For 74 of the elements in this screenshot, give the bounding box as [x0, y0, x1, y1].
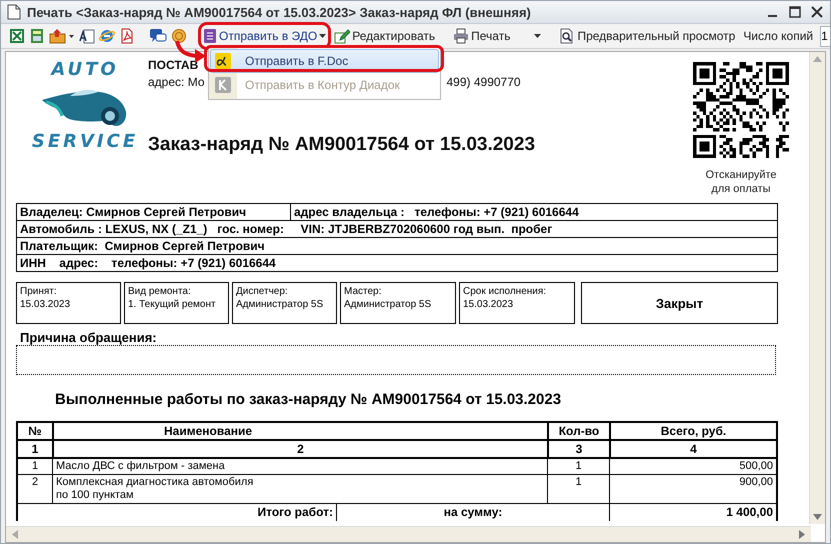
table-cell-text: 2: [30, 475, 40, 490]
info-cell-text: ИНН адрес: телефоны: +7 (921) 6016644: [19, 255, 276, 271]
field-label: Мастер:: [344, 285, 382, 298]
scroll-right-icon[interactable]: [799, 530, 805, 539]
copies-label: Число копий: [743, 29, 814, 43]
works-title: Выполненные работы по заказ-наряду № АМ90017564 от 15.03.2023: [55, 391, 562, 410]
info-cell-text: адрес владельца : телефоны: +7 (921) 6016644: [293, 204, 579, 220]
info-cell-text: Плательщик: Смирнов Сергей Петрович: [19, 238, 265, 254]
column-header: Кол-во: [547, 423, 609, 439]
field-label: Срок исполнения:: [463, 285, 548, 298]
field-label: Принят:: [20, 285, 58, 298]
document-icon: [7, 4, 21, 20]
status-text: Закрыт: [656, 296, 704, 310]
table-cell-text: 1: [30, 459, 40, 474]
reason-label: Причина обращения:: [20, 330, 158, 345]
vertical-scrollbar[interactable]: [809, 52, 825, 524]
field-value: Администратор 5S: [344, 298, 432, 312]
spreadsheet-icon[interactable]: [9, 28, 25, 44]
address-text: адрес: Мо: [148, 75, 206, 89]
printer-icon: [453, 28, 470, 44]
phone-text: 499) 4990770: [446, 75, 521, 89]
copies-spin-field[interactable]: 1: [820, 26, 830, 46]
close-icon[interactable]: [810, 5, 824, 19]
table-cell: Комплексная диагностика автомобиля по 100 пунктам: [52, 475, 547, 503]
field-value: 1. Текущий ремонт: [128, 298, 217, 312]
scroll-down-icon[interactable]: [813, 514, 822, 520]
caret-icon: [534, 34, 542, 38]
document-list-icon: [203, 28, 217, 44]
field-value: 15.03.2023: [463, 298, 514, 312]
logo-text: AUTO: [51, 60, 119, 80]
font-document-icon[interactable]: [79, 28, 95, 44]
send-edo-button[interactable]: Отправить в ЭДО: [201, 25, 328, 47]
column-header: Всего, руб.: [609, 423, 776, 439]
globe-icon[interactable]: [99, 28, 115, 44]
column-header: Наименование: [52, 423, 547, 439]
column-number: 1: [30, 441, 40, 457]
logo-text: SERVICE: [32, 132, 138, 152]
supplier-text: ПОСТАВ: [148, 58, 198, 72]
info-cell: Владелец: Смирнов Сергей Петрович: [17, 204, 291, 220]
qr-caption: Отсканируйте для оплаты: [704, 168, 778, 196]
horizontal-scrollbar[interactable]: [6, 526, 811, 542]
coin-icon[interactable]: [171, 28, 187, 44]
table-cell: 900,00: [609, 475, 776, 503]
document-title: Заказ-наряд № АМ90017564 от 15.03.2023: [148, 134, 536, 156]
pencil-icon: [334, 28, 350, 44]
table-cell: 1: [547, 459, 609, 474]
field-value: Администратор 5S: [236, 298, 324, 312]
column-number: 2: [52, 441, 547, 457]
info-cell-text: Автомобиль : LEXUS, NX (_Z1_) гос. номер: VIN: JTJBERBZ702060600 год вып. пробег: [19, 221, 552, 237]
table-cell: 1: [547, 475, 609, 503]
maximize-icon[interactable]: [788, 5, 802, 19]
calculator-icon[interactable]: [29, 28, 45, 44]
column-number: 4: [609, 441, 776, 457]
total-label: Итого работ:: [256, 504, 334, 521]
chat-icon[interactable]: [149, 28, 167, 44]
column-header: №: [27, 423, 43, 439]
alpha-icon: [215, 53, 231, 69]
magnifier-page-icon: [559, 28, 576, 44]
field-label: Диспетчер:: [236, 285, 289, 298]
window-title: Печать <Заказ-наряд № АМ90017564 от 15.03.2023> Заказ-наряд ФЛ (внешняя): [27, 4, 532, 20]
edit-button[interactable]: Редактировать: [332, 25, 438, 47]
field-value: 15.03.2023: [20, 298, 72, 312]
pdf-icon[interactable]: [119, 28, 135, 44]
total-sum: 1 400,00: [609, 504, 776, 521]
print-button[interactable]: Печать: [451, 25, 544, 47]
sum-label: на сумму:: [336, 504, 609, 521]
export-icon[interactable]: [49, 28, 75, 44]
k-letter-icon: [215, 77, 231, 93]
field-label: Вид ремонта:: [128, 285, 192, 298]
table-cell: 500,00: [609, 459, 776, 474]
caret-icon: [319, 34, 326, 38]
column-number: 3: [547, 441, 609, 457]
table-cell: Масло ДВС с фильтром - замена: [52, 459, 547, 474]
preview-button[interactable]: Предварительный просмотр: [557, 25, 738, 47]
